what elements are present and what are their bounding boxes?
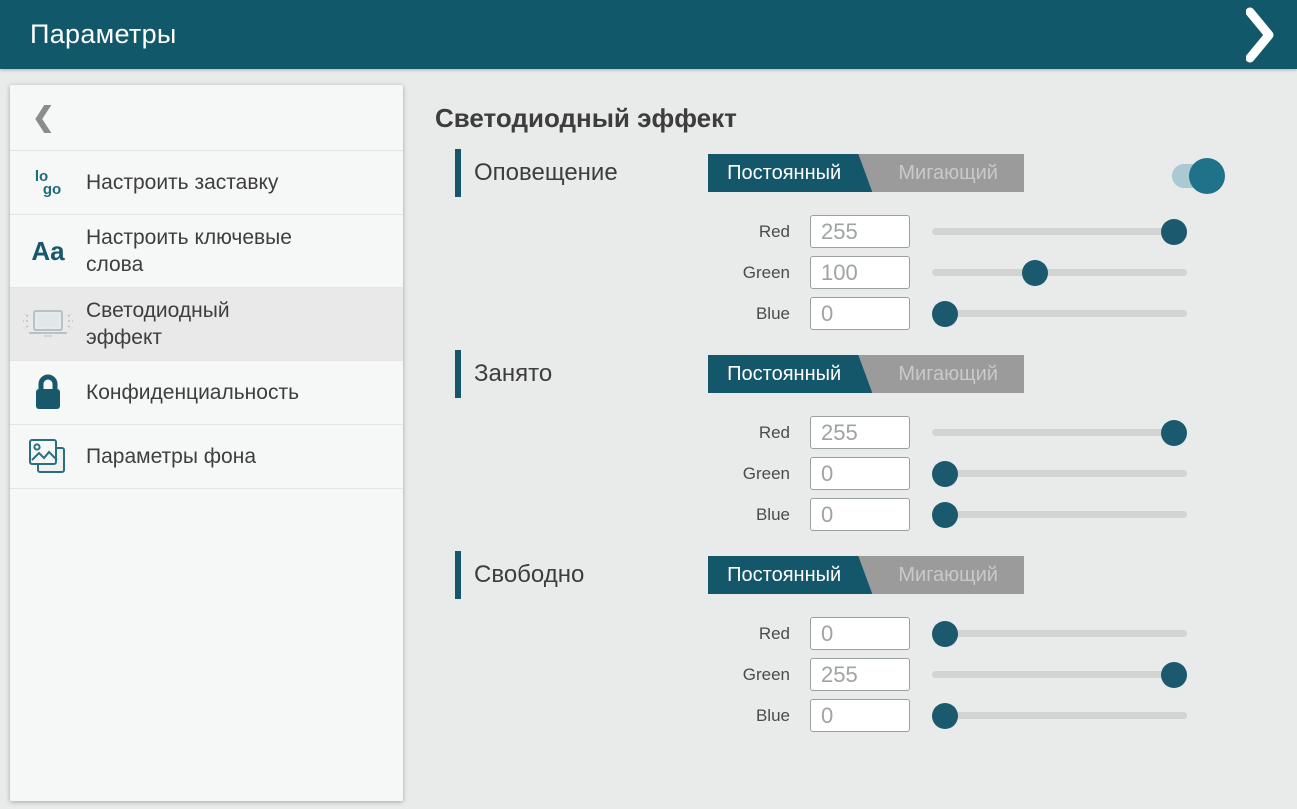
mode-constant-button[interactable]: Постоянный	[708, 154, 872, 192]
slider-thumb[interactable]	[1161, 420, 1187, 446]
red-channel-row: Red	[435, 215, 1265, 248]
alert-red-slider[interactable]	[932, 219, 1187, 245]
free-green-slider[interactable]	[932, 662, 1187, 688]
blue-channel-row: Blue	[435, 699, 1265, 732]
green-channel-row: Green	[435, 256, 1265, 289]
sidebar-item-label: Параметры фона	[86, 443, 256, 470]
alert-blue-slider[interactable]	[932, 301, 1187, 327]
sidebar: ❮ logo Настроить заставку Aa Настроить к…	[10, 85, 403, 801]
toggle-knob	[1189, 158, 1225, 194]
chevron-right-icon	[1246, 7, 1274, 63]
sidebar-item-screensaver[interactable]: logo Настроить заставку	[10, 151, 403, 215]
sidebar-item-led-effect[interactable]: Светодиодный эффект	[10, 288, 403, 361]
privacy-lock-icon	[31, 373, 65, 413]
led-effect-icon	[22, 306, 74, 342]
mode-blinking-button[interactable]: Мигающий	[872, 154, 1024, 192]
slider-thumb[interactable]	[1161, 662, 1187, 688]
sidebar-item-label: Светодиодный эффект	[86, 297, 311, 351]
section-busy: Занято Постоянный Мигающий Red Green	[435, 349, 1265, 531]
section-title: Занято	[474, 360, 552, 388]
collapse-panel-button[interactable]	[1239, 8, 1281, 62]
section-accent-bar	[455, 149, 461, 197]
red-label: Red	[435, 222, 790, 242]
red-channel-row: Red	[435, 617, 1265, 650]
chevron-left-icon: ❮	[32, 104, 55, 131]
blue-label: Blue	[435, 505, 790, 525]
alert-green-input[interactable]	[810, 256, 910, 289]
sidebar-item-keywords[interactable]: Aa Настроить ключевые слова	[10, 215, 403, 288]
sidebar-item-background[interactable]: Параметры фона	[10, 425, 403, 489]
page-title: Светодиодный эффект	[435, 103, 1265, 135]
busy-mode-switch: Постоянный Мигающий	[708, 355, 1024, 393]
blue-label: Blue	[435, 304, 790, 324]
alert-mode-switch: Постоянный Мигающий	[708, 154, 1024, 192]
section-alert: Оповещение Постоянный Мигающий Red Green	[435, 148, 1265, 330]
free-red-slider[interactable]	[932, 621, 1187, 647]
section-free: Свободно Постоянный Мигающий Red Green	[435, 550, 1265, 732]
busy-red-input[interactable]	[810, 416, 910, 449]
led-effect-panel: Светодиодный эффект Оповещение Постоянны…	[435, 69, 1265, 740]
mode-constant-button[interactable]: Постоянный	[708, 355, 872, 393]
mode-constant-button[interactable]: Постоянный	[708, 556, 872, 594]
sidebar-item-label: Конфиденциальность	[86, 379, 299, 406]
keywords-icon: Aa	[31, 238, 64, 264]
green-channel-row: Green	[435, 658, 1265, 691]
alert-blue-input[interactable]	[810, 297, 910, 330]
sidebar-item-label: Настроить ключевые слова	[86, 224, 311, 278]
green-label: Green	[435, 665, 790, 685]
sidebar-item-label: Настроить заставку	[86, 169, 278, 196]
section-accent-bar	[455, 350, 461, 398]
red-label: Red	[435, 423, 790, 443]
slider-thumb[interactable]	[1161, 219, 1187, 245]
free-blue-slider[interactable]	[932, 703, 1187, 729]
alert-enable-toggle[interactable]	[1172, 164, 1212, 188]
blue-channel-row: Blue	[435, 498, 1265, 531]
slider-thumb[interactable]	[932, 461, 958, 487]
slider-thumb[interactable]	[932, 703, 958, 729]
green-label: Green	[435, 263, 790, 283]
red-channel-row: Red	[435, 416, 1265, 449]
alert-red-input[interactable]	[810, 215, 910, 248]
slider-thumb[interactable]	[932, 301, 958, 327]
free-mode-switch: Постоянный Мигающий	[708, 556, 1024, 594]
free-green-input[interactable]	[810, 658, 910, 691]
mode-blinking-button[interactable]: Мигающий	[872, 556, 1024, 594]
green-label: Green	[435, 464, 790, 484]
blue-channel-row: Blue	[435, 297, 1265, 330]
busy-blue-input[interactable]	[810, 498, 910, 531]
app-title: Параметры	[30, 19, 177, 50]
blue-label: Blue	[435, 706, 790, 726]
section-title: Оповещение	[474, 159, 618, 187]
section-title: Свободно	[474, 561, 584, 589]
logo-icon: logo	[35, 170, 61, 196]
slider-thumb[interactable]	[932, 621, 958, 647]
busy-blue-slider[interactable]	[932, 502, 1187, 528]
section-accent-bar	[455, 551, 461, 599]
free-blue-input[interactable]	[810, 699, 910, 732]
mode-blinking-button[interactable]: Мигающий	[872, 355, 1024, 393]
busy-green-input[interactable]	[810, 457, 910, 490]
background-images-icon	[26, 436, 70, 478]
slider-thumb[interactable]	[1022, 260, 1048, 286]
busy-green-slider[interactable]	[932, 461, 1187, 487]
busy-red-slider[interactable]	[932, 420, 1187, 446]
alert-green-slider[interactable]	[932, 260, 1187, 286]
green-channel-row: Green	[435, 457, 1265, 490]
slider-thumb[interactable]	[932, 502, 958, 528]
red-label: Red	[435, 624, 790, 644]
sidebar-collapse-button[interactable]: ❮	[10, 85, 403, 151]
sidebar-item-privacy[interactable]: Конфиденциальность	[10, 361, 403, 425]
topbar: Параметры	[0, 0, 1297, 69]
free-red-input[interactable]	[810, 617, 910, 650]
